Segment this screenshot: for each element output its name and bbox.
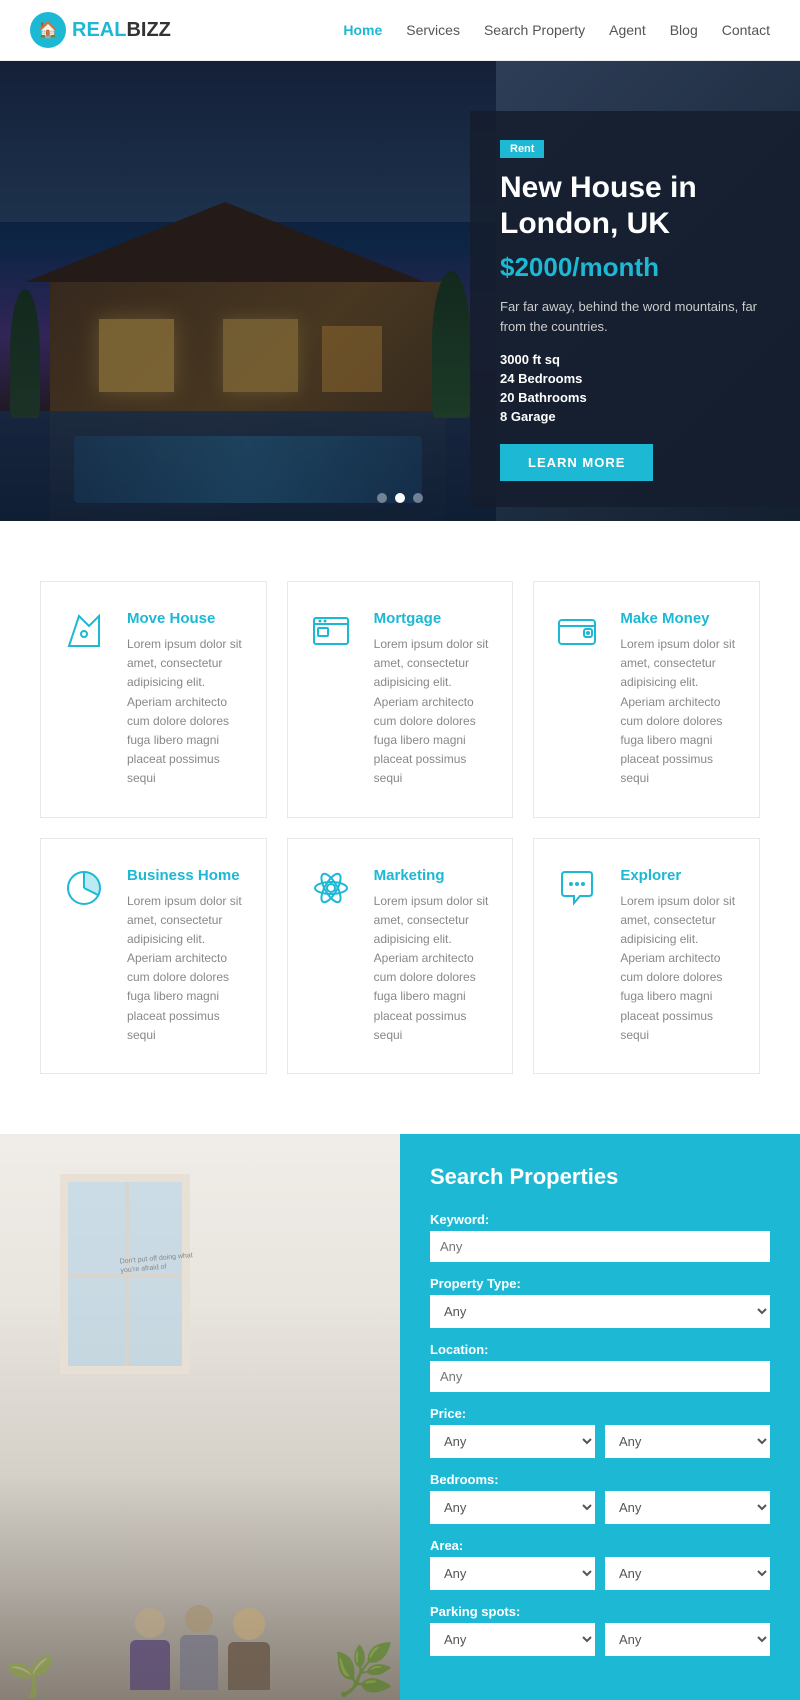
- service-move-house-desc: Lorem ipsum dolor sit amet, consectetur …: [127, 635, 244, 789]
- area-field: Area: Any Any: [430, 1538, 770, 1590]
- service-business-home-desc: Lorem ipsum dolor sit amet, consectetur …: [127, 892, 244, 1046]
- services-grid: Move House Lorem ipsum dolor sit amet, c…: [40, 581, 760, 1074]
- parking-max-select[interactable]: Any: [605, 1623, 770, 1656]
- location-input[interactable]: [430, 1361, 770, 1392]
- hero-card: Rent New House in London, UK $2000/month…: [470, 111, 800, 507]
- bedrooms-max-select[interactable]: Any: [605, 1491, 770, 1524]
- dot-1[interactable]: [377, 493, 387, 503]
- area-label: Area:: [430, 1538, 770, 1553]
- nav-home[interactable]: Home: [343, 22, 382, 38]
- dot-3[interactable]: [413, 493, 423, 503]
- feature-bathrooms: 20 Bathrooms: [500, 390, 770, 405]
- bedrooms-label: Bedrooms:: [430, 1472, 770, 1487]
- service-marketing-desc: Lorem ipsum dolor sit amet, consectetur …: [374, 892, 491, 1046]
- logo[interactable]: 🏠 REALBIZZ: [30, 12, 171, 48]
- nav-blog[interactable]: Blog: [670, 22, 698, 38]
- service-business-home: Business Home Lorem ipsum dolor sit amet…: [40, 838, 267, 1075]
- service-explorer-content: Explorer Lorem ipsum dolor sit amet, con…: [620, 867, 737, 1046]
- property-type-field: Property Type: Any: [430, 1276, 770, 1328]
- service-make-money-content: Make Money Lorem ipsum dolor sit amet, c…: [620, 610, 737, 789]
- price-max-select[interactable]: Any: [605, 1425, 770, 1458]
- location-field: Location:: [430, 1342, 770, 1392]
- logo-text: REALBIZZ: [72, 19, 171, 42]
- nav-services[interactable]: Services: [406, 22, 460, 38]
- rent-badge: Rent: [500, 140, 544, 158]
- service-mortgage: Mortgage Lorem ipsum dolor sit amet, con…: [287, 581, 514, 818]
- search-properties-title: Search Properties: [430, 1164, 770, 1190]
- service-make-money: Make Money Lorem ipsum dolor sit amet, c…: [533, 581, 760, 818]
- browser-icon: [310, 610, 358, 658]
- pie-icon: [63, 867, 111, 915]
- service-mortgage-content: Mortgage Lorem ipsum dolor sit amet, con…: [374, 610, 491, 789]
- hero-dots: [377, 493, 423, 503]
- hero-price: $2000/month: [500, 252, 770, 283]
- price-label: Price:: [430, 1406, 770, 1421]
- service-mortgage-desc: Lorem ipsum dolor sit amet, consectetur …: [374, 635, 491, 789]
- service-business-home-title: Business Home: [127, 867, 244, 884]
- bedrooms-double: Any Any: [430, 1491, 770, 1524]
- nav-agent[interactable]: Agent: [609, 22, 646, 38]
- service-marketing-title: Marketing: [374, 867, 491, 884]
- price-min-select[interactable]: Any: [430, 1425, 595, 1458]
- hero-features: 3000 ft sq 24 Bedrooms 20 Bathrooms 8 Ga…: [500, 352, 770, 424]
- service-explorer-desc: Lorem ipsum dolor sit amet, consectetur …: [620, 892, 737, 1046]
- area-double: Any Any: [430, 1557, 770, 1590]
- chat-icon: [556, 867, 604, 915]
- service-move-house-title: Move House: [127, 610, 244, 627]
- search-panel: Search Properties Keyword: Property Type…: [400, 1134, 800, 1700]
- service-marketing: Marketing Lorem ipsum dolor sit amet, co…: [287, 838, 514, 1075]
- services-section: Move House Lorem ipsum dolor sit amet, c…: [0, 521, 800, 1134]
- wallet-icon: [556, 610, 604, 658]
- feature-garage: 8 Garage: [500, 409, 770, 424]
- service-make-money-title: Make Money: [620, 610, 737, 627]
- dot-2[interactable]: [395, 493, 405, 503]
- atom-icon: [310, 867, 358, 915]
- location-label: Location:: [430, 1342, 770, 1357]
- logo-icon: 🏠: [30, 12, 66, 48]
- hero-title: New House in London, UK: [500, 170, 770, 242]
- plant-left: 🌱: [5, 1653, 55, 1700]
- price-field: Price: Any Any: [430, 1406, 770, 1458]
- hero-description: Far far away, behind the word mountains,…: [500, 297, 770, 336]
- search-photo-inner: 🌿 🌱 Don't put off doing what you're afra…: [0, 1134, 400, 1700]
- nav-search-property[interactable]: Search Property: [484, 22, 585, 38]
- service-make-money-desc: Lorem ipsum dolor sit amet, consectetur …: [620, 635, 737, 789]
- area-min-select[interactable]: Any: [430, 1557, 595, 1590]
- service-explorer-title: Explorer: [620, 867, 737, 884]
- search-photo: 🌿 🌱 Don't put off doing what you're afra…: [0, 1134, 400, 1700]
- bedrooms-min-select[interactable]: Any: [430, 1491, 595, 1524]
- service-explorer: Explorer Lorem ipsum dolor sit amet, con…: [533, 838, 760, 1075]
- nav-contact[interactable]: Contact: [722, 22, 770, 38]
- map-icon: [63, 610, 111, 658]
- bedrooms-field: Bedrooms: Any Any: [430, 1472, 770, 1524]
- keyword-field: Keyword:: [430, 1212, 770, 1262]
- learn-more-button[interactable]: LEARN MORE: [500, 444, 653, 481]
- feature-sqft: 3000 ft sq: [500, 352, 770, 367]
- parking-field: Parking spots: Any Any: [430, 1604, 770, 1656]
- parking-label: Parking spots:: [430, 1604, 770, 1619]
- hero-section: Rent New House in London, UK $2000/month…: [0, 61, 800, 521]
- feature-bedrooms: 24 Bedrooms: [500, 371, 770, 386]
- service-business-home-content: Business Home Lorem ipsum dolor sit amet…: [127, 867, 244, 1046]
- nav-links: Home Services Search Property Agent Blog…: [343, 22, 770, 38]
- keyword-input[interactable]: [430, 1231, 770, 1262]
- price-double: Any Any: [430, 1425, 770, 1458]
- navbar: 🏠 REALBIZZ Home Services Search Property…: [0, 0, 800, 61]
- plant-right: 🌿: [333, 1641, 395, 1700]
- parking-min-select[interactable]: Any: [430, 1623, 595, 1656]
- keyword-label: Keyword:: [430, 1212, 770, 1227]
- parking-double: Any Any: [430, 1623, 770, 1656]
- service-mortgage-title: Mortgage: [374, 610, 491, 627]
- property-type-select[interactable]: Any: [430, 1295, 770, 1328]
- service-move-house-content: Move House Lorem ipsum dolor sit amet, c…: [127, 610, 244, 789]
- area-max-select[interactable]: Any: [605, 1557, 770, 1590]
- service-move-house: Move House Lorem ipsum dolor sit amet, c…: [40, 581, 267, 818]
- service-marketing-content: Marketing Lorem ipsum dolor sit amet, co…: [374, 867, 491, 1046]
- search-properties-section: 🌿 🌱 Don't put off doing what you're afra…: [0, 1134, 800, 1700]
- property-type-label: Property Type:: [430, 1276, 770, 1291]
